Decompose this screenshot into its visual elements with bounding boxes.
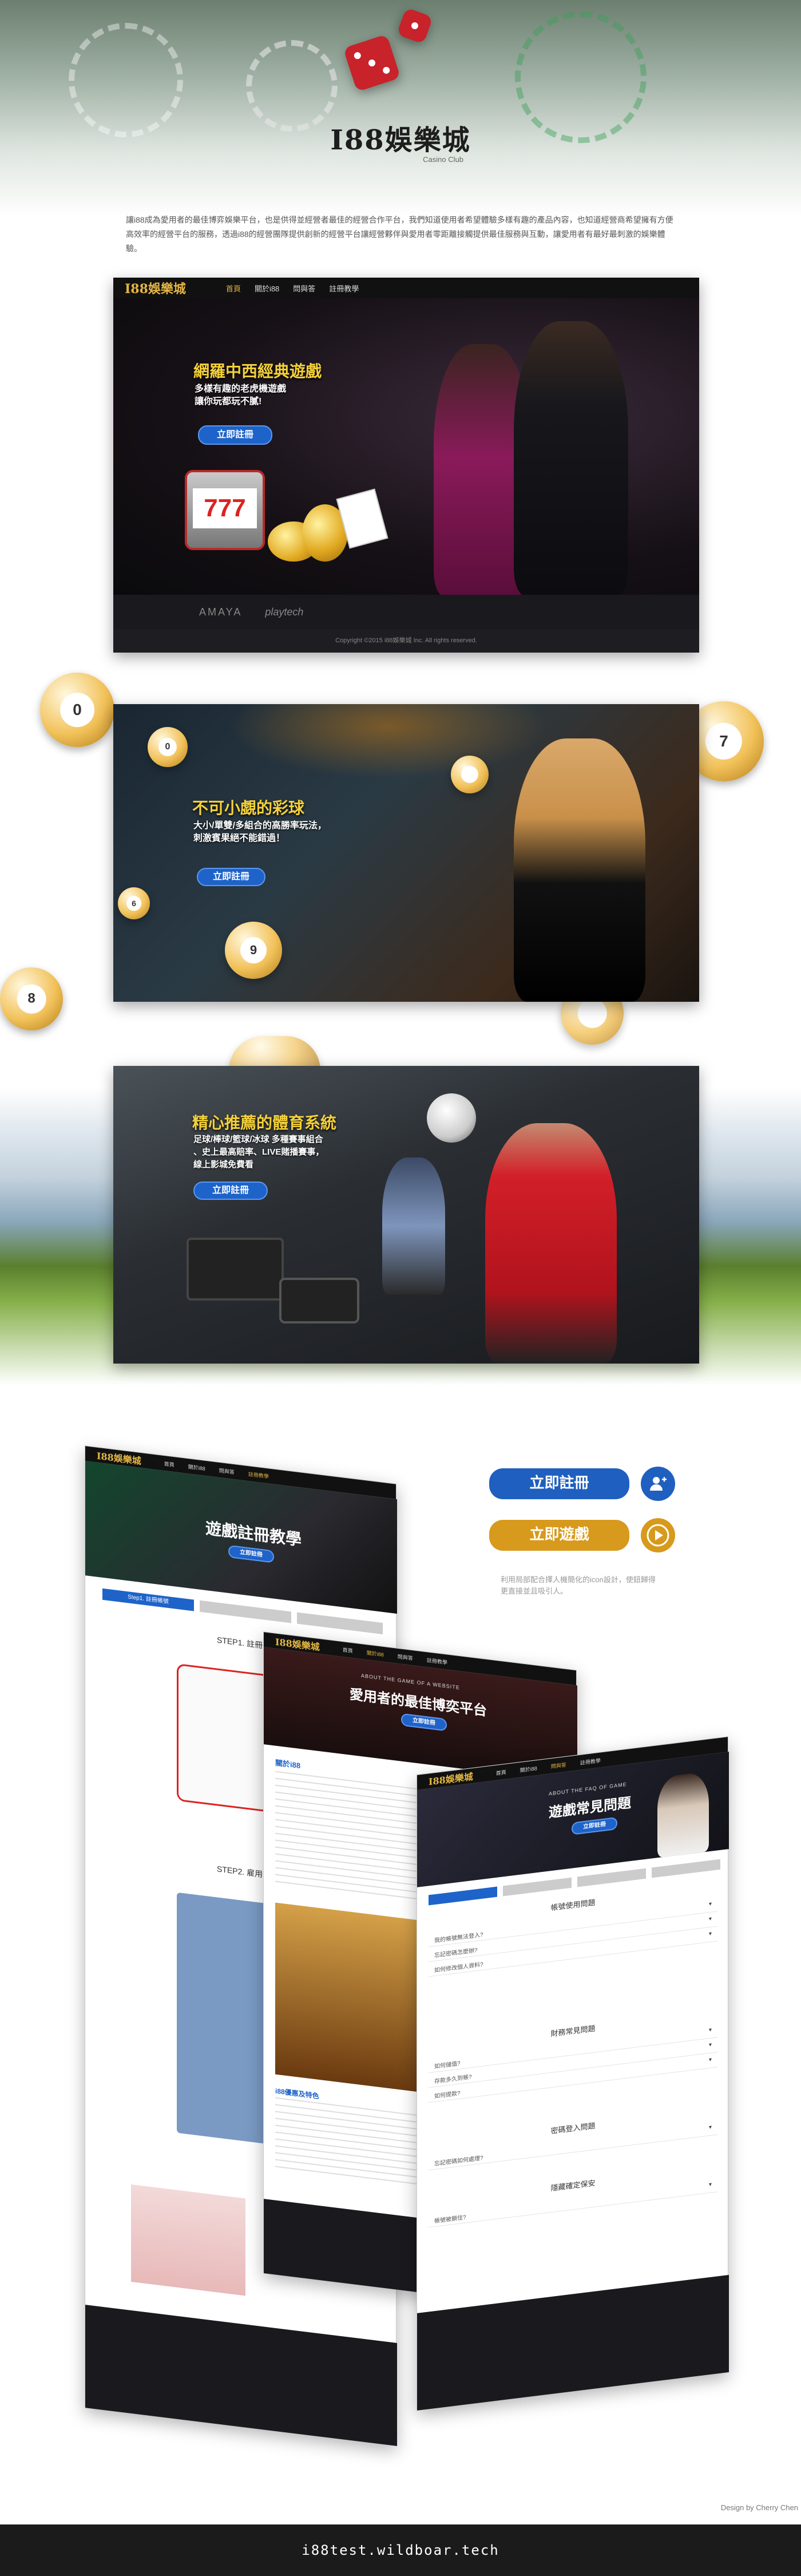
faq-title: 遊戲常見問題 <box>549 1795 631 1821</box>
nav-about[interactable]: 關於i88 <box>255 283 279 294</box>
cta-note-line2: 更直接並且吸引人。 <box>501 1587 568 1595</box>
lottery-ball <box>451 756 489 793</box>
lottery-ball: 9 <box>225 922 282 979</box>
model-photo-graphic <box>131 2184 245 2296</box>
nav-home[interactable]: 首頁 <box>226 283 241 294</box>
faq-tab-active[interactable] <box>429 1886 497 1906</box>
blue-player-graphic <box>382 1157 445 1295</box>
footer-url-bar[interactable]: i88test.wildboar.tech <box>0 2524 801 2576</box>
cta-note-line1: 利用局部配合擇人機簡化的icon設計，使鈕歸得 <box>501 1575 656 1584</box>
register-button[interactable]: 立即註冊 <box>228 1544 274 1563</box>
add-user-icon[interactable] <box>641 1467 675 1501</box>
partner-playtech: playtech <box>265 606 304 618</box>
dice-graphic <box>343 34 401 92</box>
screen-mock-slots: I88娛樂城 首頁 關於i88 問與答 註冊教學 網羅中西經典遊戲 多樣有趣的老… <box>113 278 699 653</box>
register-button[interactable]: 立即註冊 <box>401 1713 447 1732</box>
about-section-title: 關於i88 <box>275 1758 301 1770</box>
lottery-ball: 6 <box>118 887 150 919</box>
lottery-ball <box>229 1036 320 1070</box>
casino-chip-graphic <box>515 11 647 143</box>
intro-paragraph: 讓i88成為愛用者的最佳博弈娛樂平台，也是供得並經營者最佳的經營合作平台，我們知… <box>126 215 673 253</box>
screen-mock-lottery: 不可小覷的彩球 大小/單雙/多組合的高勝率玩法， 刺激賓果絕不能錯過！ 立即註冊… <box>113 704 699 1002</box>
designer-credit: Design by Cherry Chen <box>720 2503 798 2512</box>
panel1-subline-1: 多樣有趣的老虎機遊戲 <box>195 384 287 394</box>
phone-device-graphic <box>279 1278 359 1323</box>
faq-page-screenshot: I88娛樂城 首頁 關於i88 問與答 註冊教學 ABOUT THE FAQ OF GA… <box>417 1736 729 2411</box>
panel3-subline-1: 足球/棒球/籃球/冰球 多種賽事組合 <box>193 1135 323 1144</box>
lottery-ball: 0 <box>40 673 114 747</box>
partner-amaya: AMAYA <box>199 606 243 618</box>
man-model-graphic <box>514 321 628 596</box>
page-root: I88娛樂城 Casino Club 讓i88成為愛用者的最佳博弈娛樂平台，也是… <box>0 0 801 2576</box>
partner-logo-bar: AMAYA playtech <box>113 595 699 629</box>
panel2-subline-1: 大小/單雙/多組合的高勝率玩法， <box>193 821 327 831</box>
support-agent-graphic <box>657 1771 709 1858</box>
register-button[interactable]: 立即註冊 <box>198 425 272 445</box>
tab-step3[interactable] <box>297 1612 383 1634</box>
brand-logo: I88娛樂城 Casino Club <box>320 117 481 164</box>
nav-faq[interactable]: 問與答 <box>293 283 315 294</box>
tab-step2[interactable] <box>200 1600 291 1623</box>
register-button[interactable]: 立即註冊 <box>193 1182 268 1200</box>
panel3-subline-2: 、史上最高賠率、LIVE賭播賽事， <box>193 1147 324 1157</box>
banner-area: 網羅中西經典遊戲 多樣有趣的老虎機遊戲 讓你玩都玩不膩! 立即註冊 777 <box>113 298 699 596</box>
tab-step1[interactable]: Step1. 註冊帳號 <box>102 1588 194 1611</box>
faq-group: 財務常見問題 如何儲值? 存款多久到帳? 如何提款? <box>429 2007 717 2103</box>
lottery-ball: 0 <box>148 727 188 767</box>
register-now-button[interactable]: 立即註冊 <box>489 1468 629 1499</box>
about-title: 愛用者的最佳博奕平台 <box>350 1686 487 1720</box>
register-button[interactable]: 立即註冊 <box>197 868 265 886</box>
faq-group: 密碼登入問題 忘記密碼如何處理? <box>429 2104 717 2171</box>
nav-brand[interactable]: I88娛樂城 <box>125 279 186 297</box>
cta-note: 利用局部配合擇人機簡化的icon設計，使鈕歸得 更直接並且吸引人。 <box>501 1574 707 1597</box>
faq-tab[interactable] <box>577 1868 646 1887</box>
screen-mock-sports: 精心推薦的體育系統 足球/棒球/籃球/冰球 多種賽事組合 、史上最高賠率、LIV… <box>113 1066 699 1364</box>
copyright: Copyright ©2015 i88娛樂城 Inc. All rights r… <box>113 629 699 653</box>
chandelier-graphic <box>228 704 548 779</box>
register-button[interactable]: 立即註冊 <box>572 1816 617 1835</box>
logo-text: I88娛樂城 <box>330 124 471 156</box>
panel2-subline-2: 刺激賓果絕不能錯過！ <box>193 833 285 843</box>
panel3-subline-3: 線上影城免費看 <box>193 1160 254 1170</box>
faq-tab[interactable] <box>503 1877 572 1897</box>
site-nav: I88娛樂城 首頁 關於i88 問與答 註冊教學 <box>113 278 699 298</box>
tutorial-title: 遊戲註冊教學 <box>205 1519 302 1549</box>
faq-tab[interactable] <box>652 1859 720 1878</box>
lottery-ball: 8 <box>0 967 63 1030</box>
page-footer <box>417 2274 729 2411</box>
panel1-subline-2: 讓你玩都玩不膩! <box>195 397 262 406</box>
tablet-device-graphic <box>187 1238 284 1301</box>
casino-chip-graphic <box>69 23 183 137</box>
page-footer <box>85 2305 397 2447</box>
faq-group: 隱藏確定保安 帳號被鎖住? <box>429 2162 717 2228</box>
panel2-headline: 不可小覷的彩球 <box>192 799 305 817</box>
dice-graphic <box>396 7 434 45</box>
hero-background <box>0 0 801 218</box>
soccer-ball-graphic <box>427 1093 476 1143</box>
panel1-headline: 網羅中西經典遊戲 <box>193 362 322 381</box>
play-icon[interactable] <box>641 1518 675 1552</box>
nav-tutorial[interactable]: 註冊教學 <box>329 283 359 294</box>
woman-model-graphic <box>514 738 645 1002</box>
slot-machine-graphic: 777 <box>185 470 265 550</box>
play-now-button[interactable]: 立即遊戲 <box>489 1520 629 1551</box>
red-player-graphic <box>485 1123 617 1364</box>
panel3-headline: 精心推薦的體育系統 <box>192 1113 337 1132</box>
promo-image <box>275 1902 424 2093</box>
